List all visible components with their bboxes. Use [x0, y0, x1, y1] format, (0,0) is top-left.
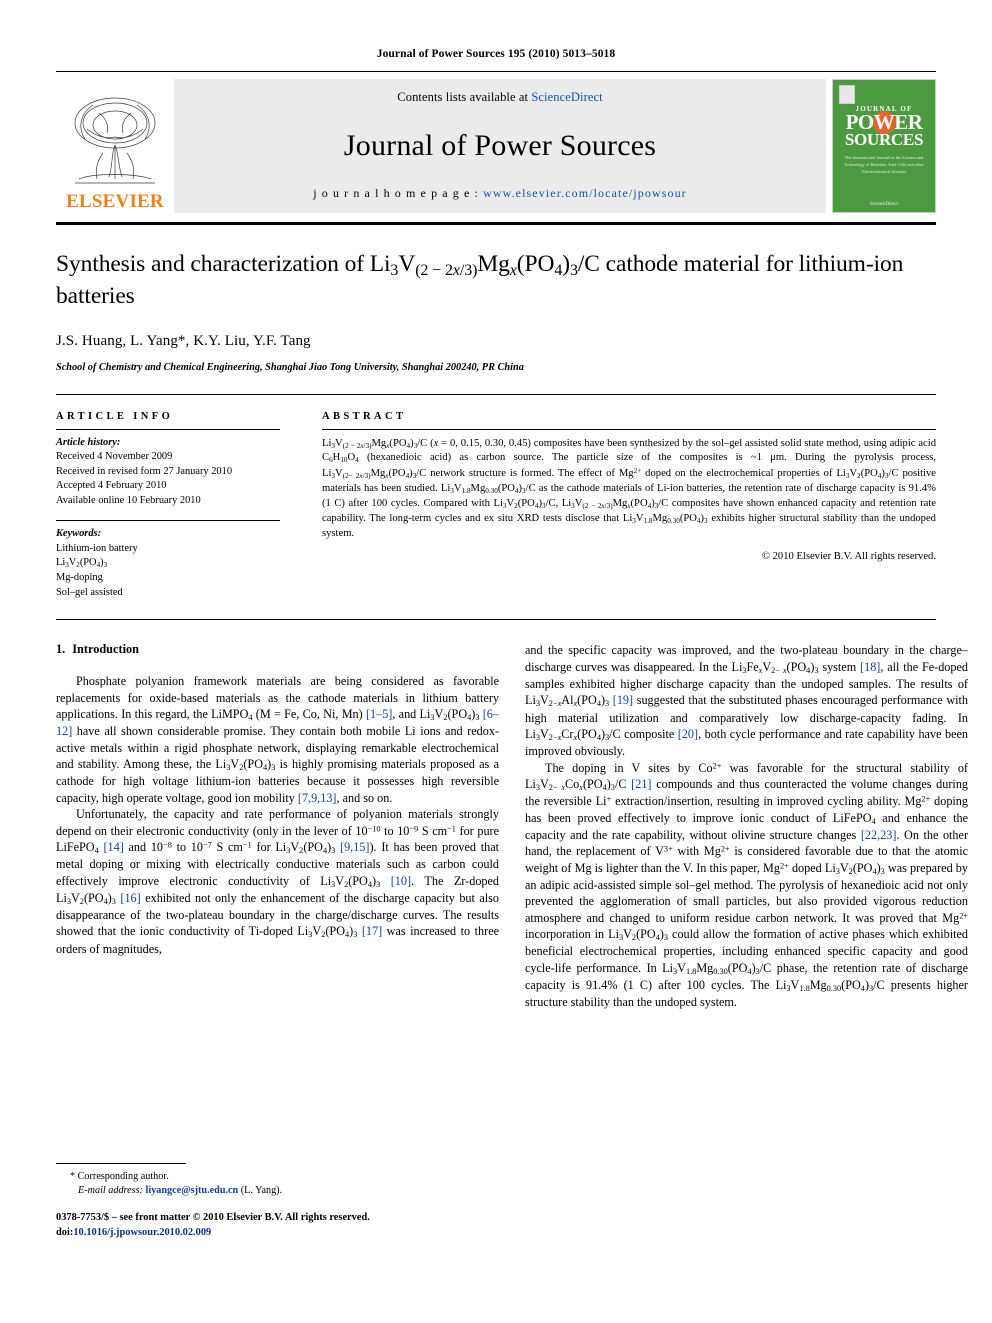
email-link[interactable]: liyangce@sjtu.edu.cn	[146, 1185, 239, 1196]
abstract-bottom-rule	[56, 619, 936, 621]
citation-ref[interactable]: [22,23]	[861, 828, 897, 842]
journal-masthead: ELSEVIER Contents lists available at Sci…	[56, 79, 936, 213]
keyword-item: Mg-doping	[56, 572, 103, 584]
citation-ref[interactable]: [18]	[860, 660, 880, 674]
body-column-left: 1. Introduction Phosphate polyanion frame…	[56, 642, 499, 1010]
cover-title-line1: POWER	[845, 110, 923, 134]
article-history-label: Article history:	[56, 436, 121, 448]
citation-ref[interactable]: [19]	[613, 693, 633, 707]
info-abstract-row: ARTICLE INFO Article history: Received 4…	[56, 411, 936, 601]
sciencedirect-link[interactable]: ScienceDirect	[531, 90, 602, 104]
citation-ref[interactable]: [14]	[103, 840, 123, 854]
journal-homepage-line: j o u r n a l h o m e p a g e : www.else…	[313, 186, 687, 201]
page-footer: 0378-7753/$ – see front matter © 2010 El…	[56, 1210, 556, 1240]
paragraph: Phosphate polyanion framework materials …	[56, 674, 499, 805]
history-item: Available online 10 February 2010	[56, 494, 201, 506]
journal-title: Journal of Power Sources	[343, 128, 657, 162]
citation-ref[interactable]: [20]	[678, 727, 698, 741]
history-item: Received 4 November 2009	[56, 451, 173, 463]
homepage-url-link[interactable]: www.elsevier.com/locate/jpowsour	[483, 186, 687, 200]
cover-sciencedirect-mark: ScienceDirect	[869, 202, 899, 208]
paragraph: The doping in V sites by Co2+ was favora…	[525, 760, 969, 1010]
author-list: J.S. Huang, L. Yang*, K.Y. Liu, Y.F. Tan…	[56, 332, 311, 349]
cover-subtitle: The International Journal on the Science…	[844, 155, 924, 174]
citation-ref[interactable]: [1–5]	[366, 707, 392, 721]
citation-ref[interactable]: [9,15]	[340, 840, 369, 854]
email-owner: (L. Yang).	[240, 1185, 283, 1197]
page-title: Synthesis and characterization of Li3V(2…	[56, 251, 904, 310]
history-item: Accepted 4 February 2010	[56, 480, 167, 492]
corresponding-author-note: * Corresponding author.	[70, 1171, 169, 1182]
contents-available-line: Contents lists available at ScienceDirec…	[397, 90, 602, 105]
citation-ref[interactable]: [7,9,13]	[298, 791, 337, 805]
elsevier-tree-icon	[74, 97, 156, 184]
footnote-block: * Corresponding author. E-mail address: …	[56, 1163, 499, 1199]
body-columns: 1. Introduction Phosphate polyanion frame…	[56, 642, 968, 1010]
citation-ref[interactable]: [21]	[631, 777, 651, 791]
paragraph: Unfortunately, the capacity and rate per…	[56, 807, 500, 956]
article-history-block: Article history: Received 4 November 200…	[56, 430, 280, 509]
homepage-prefix: j o u r n a l h o m e p a g e :	[313, 186, 484, 200]
title-block: Synthesis and characterization of Li3V(2…	[56, 225, 936, 373]
article-info-heading: ARTICLE INFO	[56, 410, 174, 422]
abstract-heading: ABSTRACT	[322, 410, 407, 422]
abstract-column: ABSTRACT Li3V(2 − 2x/3)Mgx(PO4)3/C (x = …	[304, 411, 936, 601]
masthead-center: Contents lists available at ScienceDirec…	[174, 79, 826, 213]
email-label: E-mail address:	[78, 1185, 143, 1197]
footnote-rule	[56, 1163, 186, 1164]
document-page: Journal of Power Sources 195 (2010) 5013…	[0, 0, 992, 1323]
body-column-right: and the specific capacity was improved, …	[525, 642, 968, 1010]
keyword-item: Lithium-ion battery	[56, 542, 138, 554]
affiliation: School of Chemistry and Chemical Enginee…	[56, 361, 524, 373]
abstract-text: Li3V(2 − 2x/3)Mgx(PO4)3/C (x = 0, 0.15, …	[322, 437, 937, 539]
article-info-column: ARTICLE INFO Article history: Received 4…	[56, 411, 304, 601]
doi-label: doi:	[56, 1227, 74, 1239]
section-heading-introduction: 1. Introduction	[56, 642, 499, 657]
citation-ref[interactable]: [16]	[120, 891, 140, 905]
issn-line: 0378-7753/$ – see front matter © 2010 El…	[56, 1212, 370, 1223]
doi-link[interactable]: 10.1016/j.jpowsour.2010.02.009	[73, 1227, 211, 1238]
citation-ref[interactable]: [6–12]	[56, 707, 499, 738]
elsevier-wordmark: ELSEVIER	[66, 191, 164, 212]
title-bottom-rule	[56, 393, 936, 395]
header-rule	[56, 71, 936, 72]
cover-title-line2: SOURCES	[844, 130, 924, 150]
history-item: Received in revised form 27 January 2010	[56, 465, 233, 477]
keyword-item: Li3V2(PO4)3	[56, 557, 108, 570]
paragraph: and the specific capacity was improved, …	[525, 643, 968, 759]
citation-ref[interactable]: [17]	[362, 924, 382, 938]
email-line: E-mail address: liyangce@sjtu.edu.cn (L.…	[56, 1184, 499, 1198]
section-title: Introduction	[72, 642, 139, 657]
contents-prefix: Contents lists available at	[397, 90, 532, 104]
keywords-block: Keywords: Lithium-ion battery Li3V2(PO4)…	[56, 521, 280, 600]
section-number: 1.	[56, 642, 66, 657]
abstract-copyright: © 2010 Elsevier B.V. All rights reserved…	[761, 551, 936, 563]
elsevier-logo: ELSEVIER	[56, 79, 174, 213]
journal-cover-thumbnail: JOURNAL OF POWER SOURCES The Internation…	[832, 79, 936, 213]
citation-ref[interactable]: [10]	[391, 874, 411, 888]
cover-elsevier-logo-icon	[839, 85, 855, 104]
footnote-text: * Corresponding author. E-mail address: …	[56, 1170, 499, 1199]
keyword-item: Sol–gel assisted	[56, 586, 123, 598]
running-head: Journal of Power Sources 195 (2010) 5013…	[376, 48, 616, 60]
keywords-label: Keywords:	[56, 528, 102, 540]
doi-line: doi:10.1016/j.jpowsour.2010.02.009	[56, 1225, 556, 1240]
